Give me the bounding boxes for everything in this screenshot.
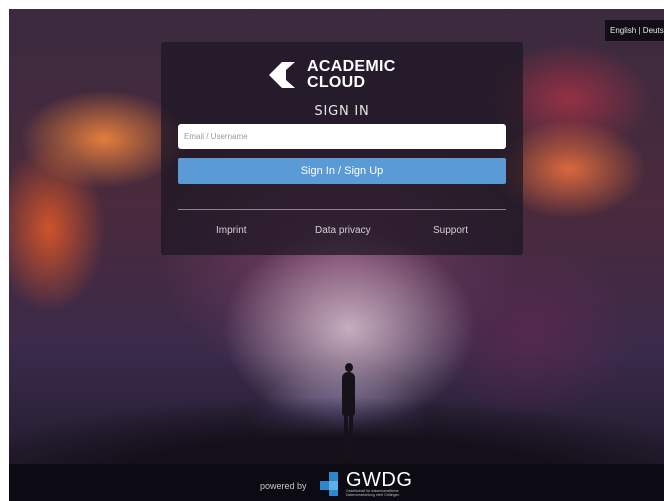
gwdg-subtitle-line-2: Datenverarbeitung mbH Göttingen [346,493,400,497]
silhouette-head [345,363,353,372]
email-field[interactable] [178,124,506,149]
lang-deutsch[interactable]: Deutsch [643,20,664,41]
sign-in-button[interactable]: Sign In / Sign Up [178,158,506,184]
language-switcher: English | Deutsch [605,20,664,41]
gwdg-subtitle: Gesellschaft für wissenschaftliche Daten… [346,489,399,497]
academic-cloud-logo-icon [269,62,295,88]
logo-wordmark: ACADEMIC CLOUD [307,59,396,91]
silhouette-leg [344,413,348,459]
imprint-link[interactable]: Imprint [216,225,247,236]
person-silhouette [338,363,360,463]
powered-by-label: powered by [260,481,307,491]
silhouette-leg [349,413,353,459]
lang-separator: | [638,26,641,35]
lang-english[interactable]: English [610,20,636,41]
data-privacy-link[interactable]: Data privacy [315,225,371,236]
logo-line-2: CLOUD [307,74,366,91]
logo-line-1: ACADEMIC [307,58,396,75]
sign-in-heading: SIGN IN [314,104,370,119]
footer-links: Imprint Data privacy Support [178,225,506,241]
login-panel: ACADEMIC CLOUD SIGN IN Sign In / Sign Up… [161,42,523,255]
academic-cloud-logo: ACADEMIC CLOUD [264,57,414,97]
divider [178,209,506,210]
support-link[interactable]: Support [433,225,468,236]
gwdg-logo-icon [320,472,338,496]
silhouette-torso [342,372,355,416]
page-footer: powered by GWDG Gesellschaft für wissens… [9,464,664,501]
